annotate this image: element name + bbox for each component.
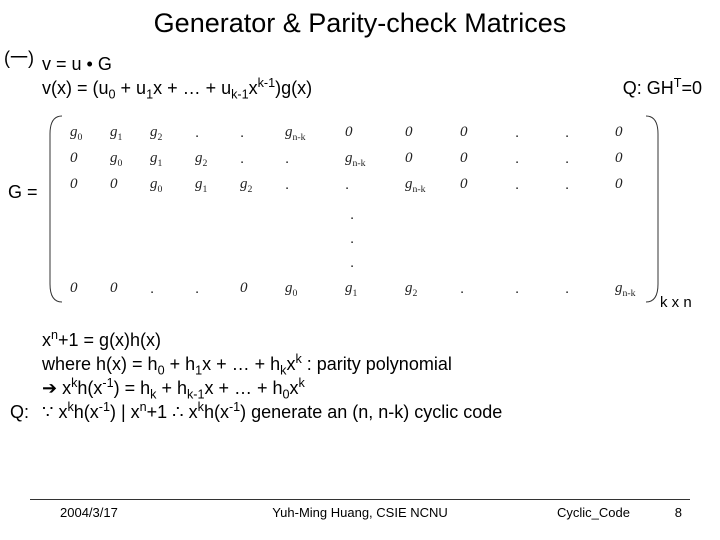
matrix-cell: 0 bbox=[70, 176, 78, 193]
matrix-cell: . bbox=[195, 280, 199, 297]
matrix-cell: g1 bbox=[195, 176, 207, 193]
matrix-cell: . bbox=[150, 280, 154, 297]
matrix-cell: gn-k bbox=[285, 124, 306, 141]
slide-title: Generator & Parity-check Matrices bbox=[0, 8, 720, 39]
g-equals-label: G = bbox=[8, 182, 38, 203]
matrix-cell: g2 bbox=[240, 176, 252, 193]
matrix-cell: g0 bbox=[285, 280, 297, 297]
footer-pagenum: 8 bbox=[675, 505, 682, 520]
footer-rule bbox=[30, 499, 690, 500]
matrix-vdots: . bbox=[70, 206, 638, 226]
matrix-cell: . bbox=[565, 280, 569, 297]
section-marker: (一) bbox=[4, 44, 34, 70]
matrix-cell: g1 bbox=[345, 280, 357, 297]
matrix-cell: . bbox=[345, 176, 349, 193]
matrix-cell: g2 bbox=[195, 150, 207, 167]
matrix-cell: 0 bbox=[405, 124, 413, 141]
question-left-label: Q: bbox=[10, 402, 29, 423]
matrix-cell: 0 bbox=[460, 150, 468, 167]
matrix-cell: 0 bbox=[405, 150, 413, 167]
matrix-cell: g2 bbox=[405, 280, 417, 297]
eq-xkh: ➔ xkh(x-1) = hk + hk-1x + … + h0xk bbox=[42, 376, 452, 400]
matrix-dimension-label: k x n bbox=[660, 294, 692, 311]
matrix-cell: . bbox=[195, 124, 199, 141]
matrix-cell: g0 bbox=[70, 124, 82, 141]
matrix-cell: g1 bbox=[150, 150, 162, 167]
matrix-row: 0 g0 g1 g2.. gn-k 0 0.. 0 bbox=[70, 150, 638, 170]
matrix-cell: . bbox=[285, 176, 289, 193]
parity-polynomial-block: xn+1 = g(x)h(x) where h(x) = h0 + h1x + … bbox=[42, 328, 452, 400]
matrix-vdots: . bbox=[70, 230, 638, 250]
matrix-row: g0 g1 g2.. gn-k 0 0 0.. 0 bbox=[70, 124, 638, 144]
matrix-cell: . bbox=[515, 176, 519, 193]
matrix-row: 0 0 g0 g1 g2.. gn-k 0.. 0 bbox=[70, 176, 638, 196]
generator-matrix: g0g1g2..gn-k000..0 0g0g1g2..gn-k00..0 00… bbox=[52, 114, 656, 304]
matrix-cell: 0 bbox=[70, 150, 78, 167]
matrix-cell: 0 bbox=[615, 124, 623, 141]
matrix-cell: . bbox=[240, 124, 244, 141]
matrix-cell: . bbox=[240, 150, 244, 167]
matrix-row: 0 0.. 0 g0 g1 g2... gn-k bbox=[70, 280, 638, 300]
matrix-cell: 0 bbox=[345, 124, 353, 141]
eq-hx: where h(x) = h0 + h1x + … + hkxk : parit… bbox=[42, 352, 452, 376]
footer-right1: Cyclic_Code bbox=[557, 505, 630, 520]
matrix-cell: gn-k bbox=[345, 150, 366, 167]
matrix-cell: g0 bbox=[110, 150, 122, 167]
eq-xn1: xn+1 = g(x)h(x) bbox=[42, 328, 452, 352]
matrix-cell: g1 bbox=[110, 124, 122, 141]
matrix-cell: . bbox=[515, 280, 519, 297]
matrix-cell: 0 bbox=[460, 176, 468, 193]
matrix-vdots: . bbox=[70, 254, 638, 274]
left-bracket-icon bbox=[48, 114, 64, 304]
matrix-cell: 0 bbox=[615, 150, 623, 167]
matrix-cell: . bbox=[565, 150, 569, 167]
matrix-cell: . bbox=[515, 124, 519, 141]
matrix-cell: . bbox=[285, 150, 289, 167]
matrix-cell: . bbox=[565, 176, 569, 193]
matrix-cell: 0 bbox=[615, 176, 623, 193]
matrix-cell: 0 bbox=[240, 280, 248, 297]
matrix-cell: . bbox=[565, 124, 569, 141]
matrix-cell: 0 bbox=[110, 176, 118, 193]
matrix-cell: gn-k bbox=[405, 176, 426, 193]
matrix-cell: . bbox=[515, 150, 519, 167]
question-right: Q: GHT=0 bbox=[623, 78, 702, 99]
matrix-cell: 0 bbox=[70, 280, 78, 297]
matrix-cell: . bbox=[460, 280, 464, 297]
equation-vuG: v = u • G bbox=[42, 54, 112, 75]
matrix-cell: 0 bbox=[110, 280, 118, 297]
matrix-cell: gn-k bbox=[615, 280, 636, 297]
right-bracket-icon bbox=[644, 114, 660, 304]
equation-vx: v(x) = (u0 + u1x + … + uk-1xk-1)g(x) bbox=[42, 78, 312, 99]
matrix-cell: g0 bbox=[150, 176, 162, 193]
matrix-cell: g2 bbox=[150, 124, 162, 141]
eq-therefore: ∵ xkh(x-1) | xn+1 ∴ xkh(x-1) generate an… bbox=[42, 402, 502, 423]
matrix-cell: 0 bbox=[460, 124, 468, 141]
